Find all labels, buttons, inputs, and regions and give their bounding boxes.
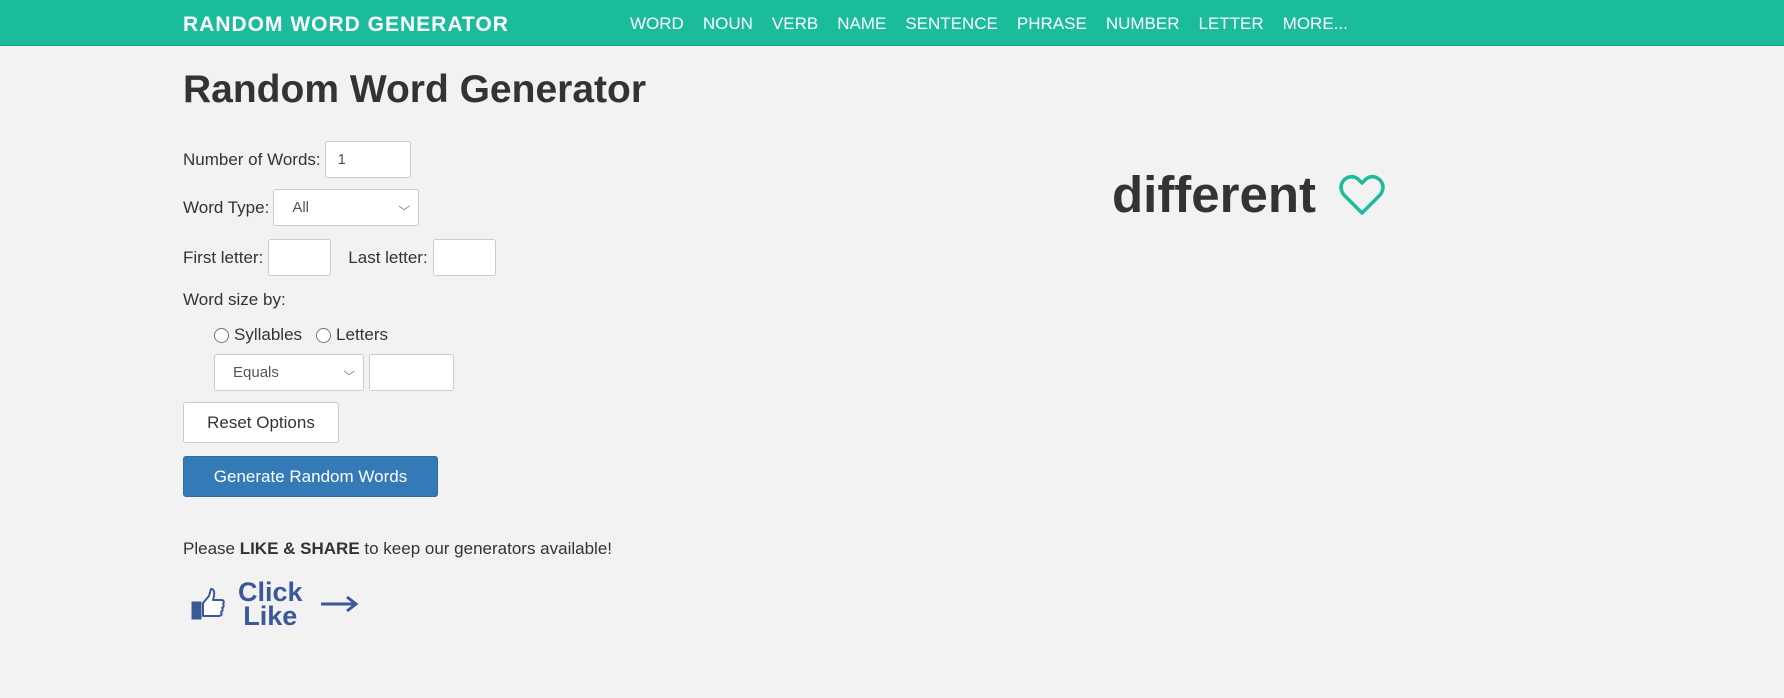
share-message: Please LIKE & SHARE to keep our generato… <box>183 539 612 559</box>
arrow-right-icon <box>320 595 358 613</box>
nav-letter[interactable]: LETTER <box>1198 14 1263 34</box>
thumbs-up-icon <box>191 588 225 620</box>
num-words-row: Number of Words: <box>183 141 411 178</box>
nav-phrase[interactable]: PHRASE <box>1017 14 1087 34</box>
heart-outline-icon[interactable] <box>1338 173 1386 217</box>
size-by-row: Word size by: <box>183 290 286 310</box>
nav-sentence[interactable]: SENTENCE <box>905 14 998 34</box>
nav-name[interactable]: NAME <box>837 14 886 34</box>
result-word: different <box>1112 166 1316 223</box>
word-type-select[interactable]: All ⌵ <box>273 189 420 226</box>
nav-more[interactable]: MORE... <box>1283 14 1348 34</box>
click-like-text: Click Like <box>238 579 303 631</box>
share-prefix: Please <box>183 539 240 558</box>
top-navbar: RANDOM WORD GENERATOR WORD NOUN VERB NAM… <box>0 0 1784 46</box>
letters-row: First letter: Last letter: <box>183 239 496 276</box>
nav-verb[interactable]: VERB <box>772 14 818 34</box>
nav-number[interactable]: NUMBER <box>1106 14 1180 34</box>
chevron-down-icon: ⌵ <box>398 201 410 213</box>
word-size-label: Word size by: <box>183 290 286 309</box>
page-title: Random Word Generator <box>183 68 646 111</box>
reset-options-button[interactable]: Reset Options <box>183 402 339 443</box>
radio-letters[interactable] <box>316 327 332 343</box>
radio-syllables[interactable] <box>214 327 229 343</box>
word-type-selected: All <box>292 199 309 216</box>
word-type-label: Word Type: <box>183 197 270 217</box>
comparison-selected: Equals <box>233 364 279 381</box>
chevron-down-icon: ⌵ <box>342 366 355 378</box>
radio-syllables-label: Syllables <box>234 325 303 344</box>
first-letter-label: First letter: <box>183 247 264 267</box>
size-value-input[interactable] <box>369 354 454 391</box>
share-bold: LIKE & SHARE <box>239 539 360 558</box>
num-words-label: Number of Words: <box>183 149 321 169</box>
nav-word[interactable]: WORD <box>630 14 684 34</box>
click-like-line2: Like <box>243 601 298 631</box>
first-letter-input[interactable] <box>268 239 332 276</box>
comparison-select[interactable]: Equals ⌵ <box>214 354 364 391</box>
size-compare-row: Equals ⌵ <box>214 354 454 391</box>
num-words-input[interactable] <box>324 141 411 178</box>
generate-button[interactable]: Generate Random Words <box>183 456 438 497</box>
brand-logo-link[interactable]: RANDOM WORD GENERATOR <box>183 13 509 37</box>
last-letter-label: Last letter: <box>348 247 428 267</box>
radio-letters-label: Letters <box>336 325 389 344</box>
last-letter-input[interactable] <box>432 239 496 276</box>
click-like-widget[interactable]: Click Like <box>190 579 359 631</box>
nav-links: WORD NOUN VERB NAME SENTENCE PHRASE NUMB… <box>630 14 1348 34</box>
share-suffix: to keep our generators available! <box>359 539 612 558</box>
nav-noun[interactable]: NOUN <box>703 14 753 34</box>
size-radio-row: Syllables Letters <box>214 325 388 345</box>
result-area: different <box>1112 165 1386 224</box>
word-type-row: Word Type: All ⌵ <box>183 189 420 226</box>
